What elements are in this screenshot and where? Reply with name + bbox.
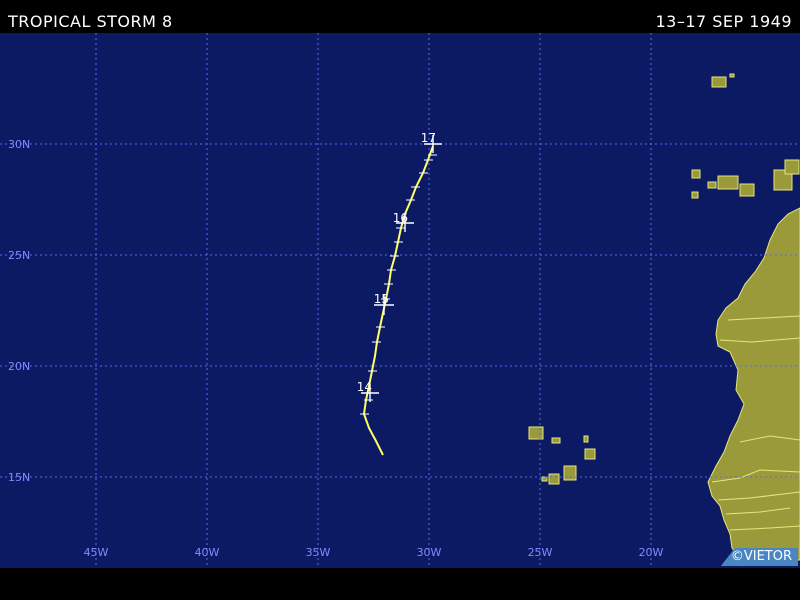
day-label: 17 [421, 131, 436, 145]
lon-label: 35W [306, 546, 331, 559]
lon-label: 40W [195, 546, 220, 559]
lat-label: 20N [8, 360, 30, 373]
storm-dates: 13–17 SEP 1949 [655, 12, 792, 31]
lon-label: 25W [528, 546, 553, 559]
storm-track-map: 30N 25N 20N 15N 45W 40W 35W 30W 25W 20W [0, 33, 800, 568]
lon-label: 20W [639, 546, 664, 559]
lon-label: 45W [84, 546, 109, 559]
day-label: 14 [357, 380, 372, 394]
storm-title: TROPICAL STORM 8 [8, 12, 173, 31]
bottom-bar [0, 568, 800, 600]
ocean [0, 33, 800, 568]
title-bar: TROPICAL STORM 8 13–17 SEP 1949 [0, 0, 800, 33]
day-label: 15 [374, 292, 389, 306]
lat-label: 30N [8, 138, 30, 151]
lat-label: 25N [8, 249, 30, 262]
day-label: 16 [393, 211, 408, 225]
lon-label: 30W [417, 546, 442, 559]
lat-label: 15N [8, 471, 30, 484]
